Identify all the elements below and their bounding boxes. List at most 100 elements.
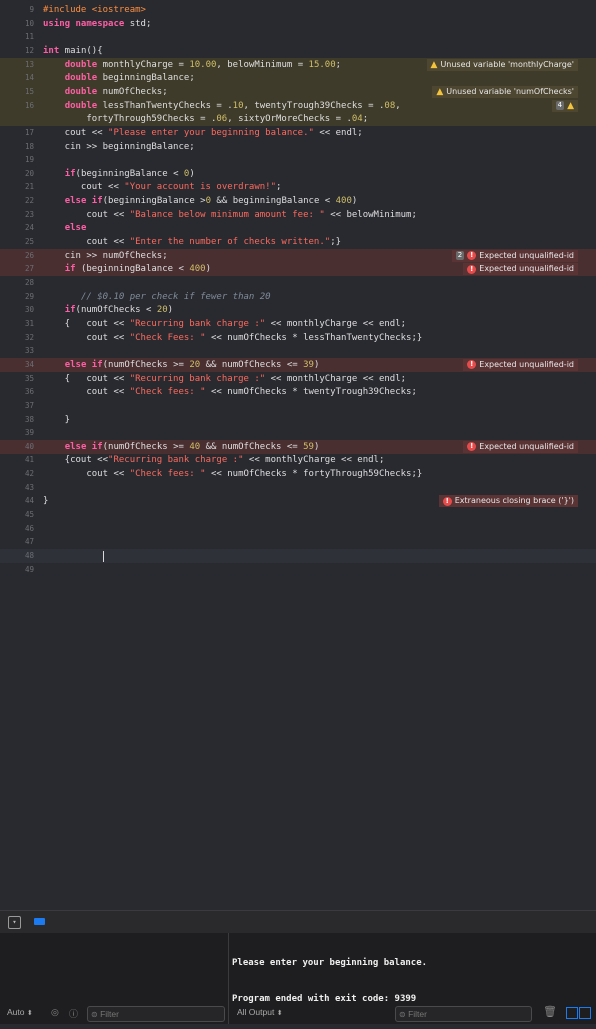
code-line[interactable]: 29 // $0.10 per check if fewer than 20: [0, 290, 596, 304]
diagnostic-message: Expected unqualified-id: [479, 359, 574, 369]
line-number: 14: [24, 73, 34, 83]
code-line[interactable]: 48: [0, 549, 596, 563]
line-number: 19: [24, 155, 34, 165]
code-line[interactable]: 10 using namespace std;: [0, 17, 596, 31]
code-line[interactable]: 28: [0, 276, 596, 290]
warning-icon: ▲: [567, 100, 574, 111]
code-line[interactable]: 40 else if(numOfChecks >= 40 && numOfChe…: [0, 439, 596, 454]
code-line[interactable]: 35 { cout << "Recurring bank charge :" <…: [0, 372, 596, 386]
code-text: // $0.10 per check if fewer than 20: [80, 291, 271, 302]
code-line[interactable]: 49: [0, 563, 596, 577]
code-line[interactable]: 26 cin >> numOfChecks; 2! Expected unquali…: [0, 248, 596, 263]
error-annotation[interactable]: 2! Expected unqualified-id: [451, 249, 578, 262]
code-line[interactable]: 36 cout << "Check fees: " << numOfChecks…: [0, 385, 596, 399]
code-line[interactable]: 18 cin >> beginningBalance;: [0, 140, 596, 154]
info-icon[interactable]: ⓘ: [69, 1007, 78, 1020]
diagnostic-message: Expected unqualified-id: [479, 264, 574, 274]
line-number: 10: [24, 18, 34, 28]
line-number: 25: [24, 237, 34, 247]
code-line[interactable]: 9 #include <iostream>: [0, 3, 596, 17]
code-line[interactable]: 43: [0, 481, 596, 495]
warning-annotation[interactable]: ▲ Unused variable 'numOfChecks': [432, 85, 578, 98]
code-line[interactable]: 23 cout << "Balance below minimum amount…: [0, 208, 596, 222]
code-line[interactable]: 12 int main(){: [0, 44, 596, 58]
line-number: 31: [24, 318, 34, 328]
error-annotation[interactable]: ! Expected unqualified-id: [463, 263, 578, 276]
code-text: { cout << "Recurring bank charge :" << m…: [43, 373, 407, 384]
code-line[interactable]: 17 cout << "Please enter your beginning …: [0, 126, 596, 140]
line-number: 18: [24, 141, 34, 151]
code-line[interactable]: 24 else: [0, 221, 596, 235]
warning-annotation[interactable]: ▲ Unused variable 'monthlyCharge': [426, 58, 578, 71]
output-selector[interactable]: All Output ⬍: [237, 1007, 283, 1017]
code-line[interactable]: 33: [0, 344, 596, 358]
code-text: cout << "Balance below minimum amount fe…: [43, 209, 417, 220]
line-number: 42: [24, 469, 34, 479]
filter-icon: ⊜: [91, 1010, 98, 1019]
error-icon: !: [467, 251, 477, 261]
breakpoints-toggle-icon[interactable]: [34, 918, 45, 925]
code-line[interactable]: 39: [0, 426, 596, 440]
code-line[interactable]: 44}! Extraneous closing brace ('}'): [0, 494, 596, 508]
code-line[interactable]: 22 else if(beginningBalance >0 && beginn…: [0, 194, 596, 208]
code-line[interactable]: 11: [0, 30, 596, 44]
code-text: cout << "Your account is overdrawn!";: [43, 182, 282, 193]
line-number: 38: [24, 414, 34, 424]
line-number: 40: [24, 441, 34, 451]
code-line[interactable]: 34 else if(numOfChecks >= 20 && numOfChe…: [0, 357, 596, 372]
line-number: 13: [24, 59, 34, 69]
code-text: int main(){: [43, 45, 103, 56]
error-icon: !: [467, 264, 477, 274]
code-line[interactable]: 16 double lessThanTwentyChecks = .10, tw…: [0, 98, 596, 113]
console-filter-input[interactable]: ⊜ Filter: [395, 1006, 532, 1022]
code-line[interactable]: 37: [0, 399, 596, 413]
line-number: 39: [24, 428, 34, 438]
code-line[interactable]: 42 cout << "Check fees: " << numOfChecks…: [0, 467, 596, 481]
line-number: 43: [24, 482, 34, 492]
code-text: cin >> beginningBalance;: [43, 141, 195, 152]
code-line[interactable]: 47: [0, 535, 596, 549]
warning-icon: ▲: [430, 59, 438, 70]
code-line[interactable]: 41 {cout <<"Recurring bank charge :" << …: [0, 453, 596, 467]
code-line[interactable]: 14 double beginningBalance;: [0, 71, 596, 86]
line-number: 11: [24, 32, 34, 42]
line-number: 16: [24, 100, 34, 110]
code-line[interactable]: 45: [0, 508, 596, 522]
eye-icon[interactable]: ◎: [51, 1007, 59, 1018]
code-line[interactable]: 19: [0, 153, 596, 167]
console-filter-placeholder: Filter: [408, 1009, 427, 1019]
code-line[interactable]: 31 { cout << "Recurring bank charge :" <…: [0, 317, 596, 331]
scope-selector[interactable]: Auto ⬍: [7, 1007, 33, 1017]
code-text: double lessThanTwentyChecks = .10, twent…: [64, 100, 401, 111]
code-line[interactable]: 25 cout << "Enter the number of checks w…: [0, 235, 596, 249]
code-line[interactable]: 46: [0, 522, 596, 536]
issue-count-badge[interactable]: 4 ▲: [551, 99, 578, 112]
line-number: 29: [24, 291, 34, 301]
code-line[interactable]: 20 if(beginningBalance < 0): [0, 167, 596, 181]
code-text: cout << "Check fees: " << numOfChecks * …: [43, 469, 423, 480]
code-text: {cout <<"Recurring bank charge :" << mon…: [43, 455, 385, 466]
line-number: 49: [24, 564, 34, 574]
console-view[interactable]: Please enter your beginning balance. Pro…: [229, 933, 596, 1024]
code-text: using namespace std;: [43, 18, 152, 29]
line-number: 21: [24, 182, 34, 192]
error-annotation[interactable]: ! Extraneous closing brace ('}'): [438, 495, 578, 508]
hide-debug-area-icon[interactable]: ▾: [8, 916, 21, 929]
variables-view: Auto ⬍ ◎ ⓘ ⊜ Filter: [0, 933, 229, 1024]
code-line[interactable]: 38 }: [0, 413, 596, 427]
line-number: 47: [24, 537, 34, 547]
code-line[interactable]: fortyThrough59Checks = .06, sixtyOrMoreC…: [0, 112, 596, 127]
code-line[interactable]: 32 cout << "Check Fees: " << numOfChecks…: [0, 331, 596, 345]
split-right-icon[interactable]: [579, 1007, 591, 1019]
code-line[interactable]: 15 double numOfChecks; ▲ Unused variable '…: [0, 84, 596, 99]
trash-icon[interactable]: 🗑: [543, 1005, 557, 1018]
source-editor[interactable]: 9 #include <iostream> 10 using namespace st…: [0, 0, 596, 908]
code-line[interactable]: 30 if(numOfChecks < 20): [0, 303, 596, 317]
split-left-icon[interactable]: [566, 1007, 578, 1019]
variables-filter-input[interactable]: ⊜ Filter: [87, 1006, 225, 1022]
code-line[interactable]: 27 if (beginningBalance < 400)! Expected …: [0, 262, 596, 277]
code-line[interactable]: 13 double monthlyCharge = 10.00, belowMi…: [0, 57, 596, 72]
error-annotation[interactable]: ! Expected unqualified-id: [463, 358, 578, 371]
error-annotation[interactable]: ! Expected unqualified-id: [463, 440, 578, 453]
code-line[interactable]: 21 cout << "Your account is overdrawn!";: [0, 180, 596, 194]
